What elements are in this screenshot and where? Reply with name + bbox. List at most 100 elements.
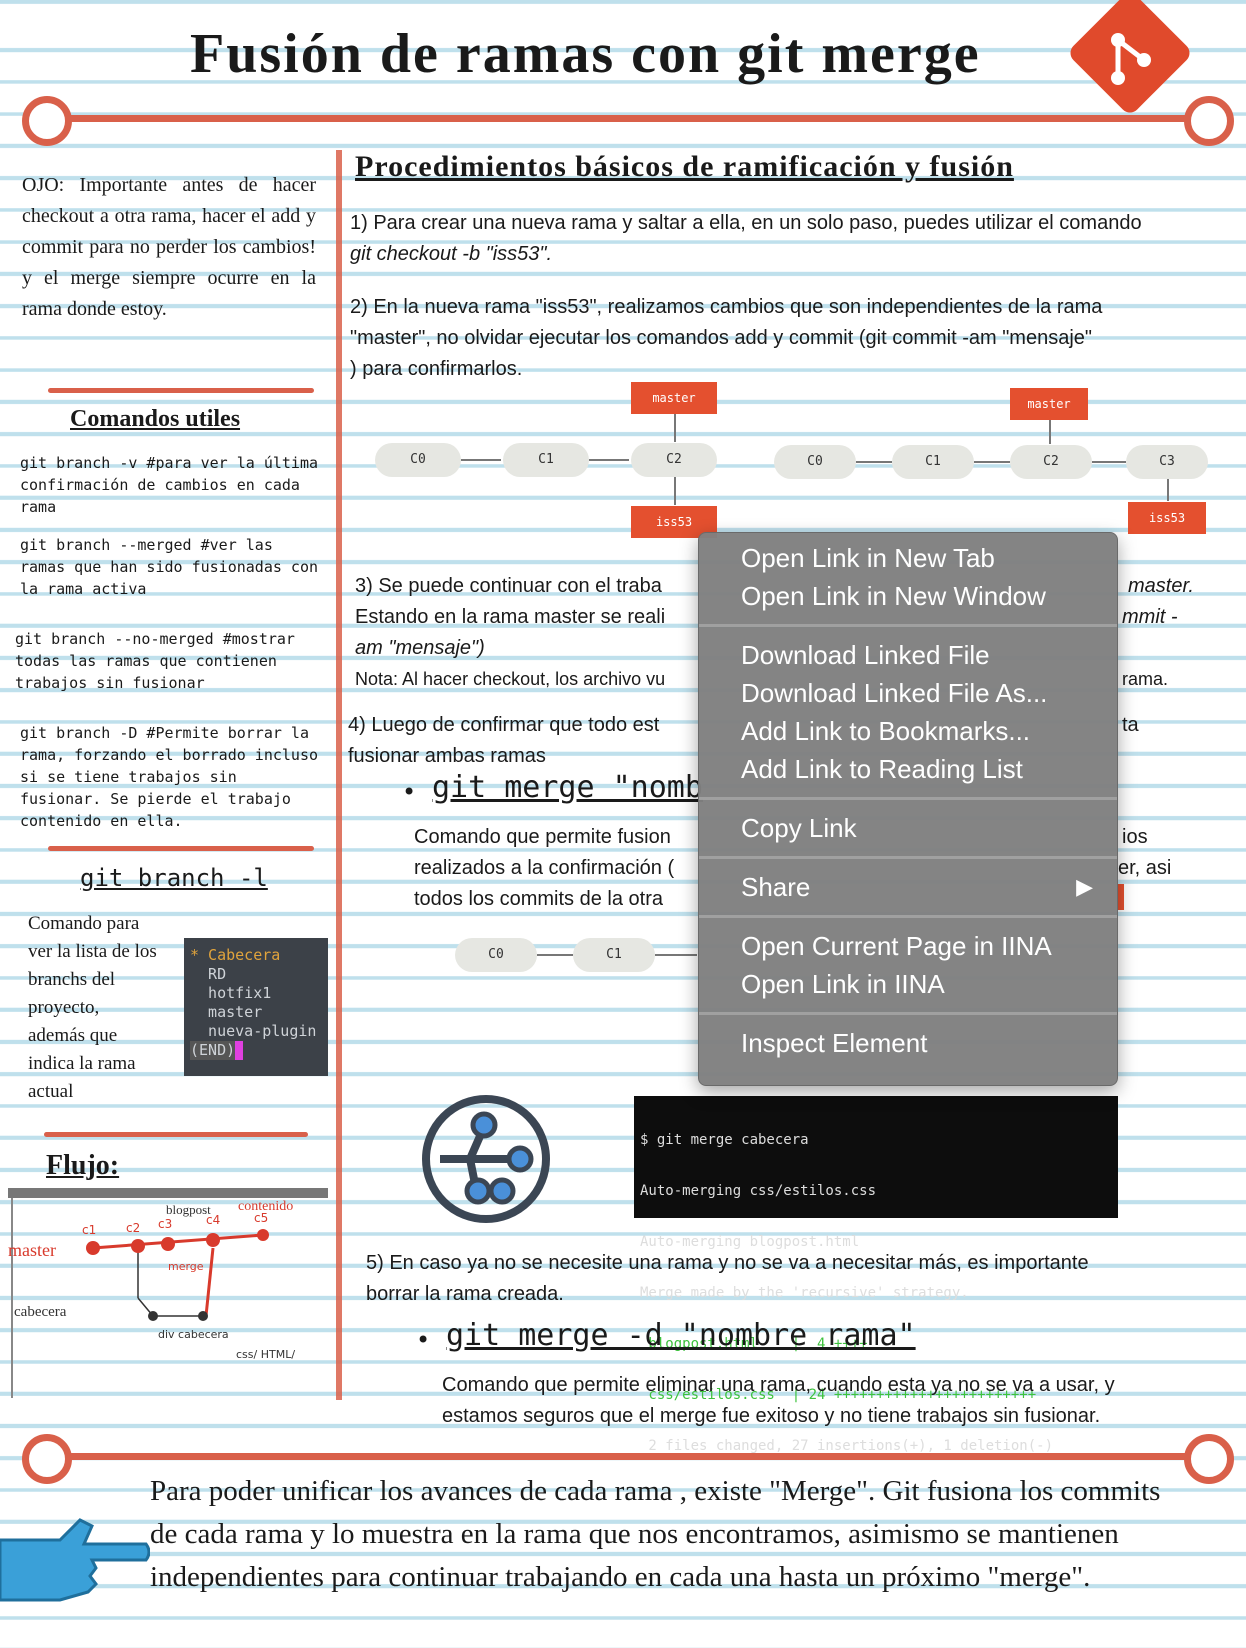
pager-end: (END) [190,1041,244,1060]
diagram3-arrow [655,954,697,956]
diagram2-node: C0 [774,445,856,479]
branch-entry: nueva-plugin [190,1022,317,1040]
flow-commit-dot [161,1237,175,1251]
infographic-page: Fusión de ramas con git merge OJO: Impor… [0,0,1246,1648]
p3-line-c: am "mensaje") [355,637,485,659]
menu-add-link-to-bookmarks[interactable]: Add Link to Bookmarks... [699,712,1117,750]
diagram2-node: C3 [1126,445,1208,479]
p5-line-d: estamos seguros que el merge fue exitoso… [442,1405,1101,1427]
bullet-dot: • [402,778,417,806]
branch-l-desc-line: proyecto, [28,997,100,1018]
flow-label-cabecera: cabecera [14,1304,67,1320]
menu-separator [699,856,1117,859]
branch-list-terminal: * Cabecera RD hotfix1 master nueva-plugi… [184,938,328,1076]
p5-line-b: borrar la rama creada. [366,1283,564,1305]
flow-commit-dot [206,1233,220,1247]
diagram3-node: C1 [573,938,655,972]
menu-inspect-element[interactable]: Inspect Element [699,1024,1117,1062]
menu-open-current-page-iina[interactable]: Open Current Page in IINA [699,927,1117,965]
p1-line-b: git checkout -b "iss53". [350,243,553,265]
branch-l-desc-line: ver la lista de los [28,941,157,962]
menu-separator [699,624,1117,627]
flow-label-master: master [8,1240,56,1260]
checkout-note: OJO: Importante antes de hacer checkout … [22,174,316,320]
branch-entry: master [190,1003,263,1021]
diagram1-node: C0 [375,443,461,477]
menu-copy-link[interactable]: Copy Link [699,809,1117,847]
diagram3-node: C0 [455,938,537,972]
menu-open-link-iina[interactable]: Open Link in IINA [699,965,1117,1003]
diagram2-node: C1 [892,445,974,479]
context-menu: Open Link in New Tab Open Link in New Wi… [698,532,1118,1086]
merge-terminal-output: $ git merge cabecera Auto-merging css/es… [634,1096,1118,1454]
diagram1-arrow [461,459,501,461]
bullet-dot: • [416,1326,431,1354]
flow-commit-dot [148,1311,158,1321]
pointing-hand-icon [0,1518,150,1602]
diagram1-arrow [589,459,629,461]
menu-separator [699,1012,1117,1015]
flow-sketch-bar [8,1188,328,1198]
p2-line-c: ) para confirmarlos. [350,358,523,380]
menu-download-linked-file-as[interactable]: Download Linked File As... [699,674,1117,712]
git-merge-circle-icon [422,1095,550,1223]
menu-add-link-to-reading-list[interactable]: Add Link to Reading List [699,750,1117,788]
flow-label-div-cabecera: div cabecera [158,1328,229,1341]
section-title: Procedimientos básicos de ramificación y… [355,150,1014,183]
p3-line-a: 3) Se puede continuar con el traba [355,575,662,597]
menu-open-link-new-window[interactable]: Open Link in New Window [699,577,1117,615]
cmd-merge-heading: git merge "nomb [432,770,703,805]
menu-share[interactable]: Share ▶ [699,868,1117,906]
branch-l-desc-line: actual [28,1081,74,1102]
diagram1-node: C1 [503,443,589,477]
summary-text: Para poder unificar los avances de cada … [150,1475,1161,1593]
p4-line-b: fusionar ambas ramas [348,745,546,767]
flow-label-contenido: contenido [238,1199,293,1214]
p5-line-c: Comando que permite eliminar una rama, c… [442,1374,1115,1396]
divider-ring-right [1184,96,1234,146]
terminal-line: $ git merge cabecera [640,1132,809,1148]
flow-label-merge: merge [168,1260,204,1273]
p2-line-a: 2) En la nueva rama "iss53", realizamos … [350,296,1103,318]
flow-sketch: master cabecera c1 c2 c3 c4 c5 blogpost … [8,1188,328,1398]
p3-line-a-right: master. [1128,575,1194,597]
bottom-divider [60,1453,1190,1460]
diagram2-iss53-tag: iss53 [1128,502,1206,534]
diagram2-arrow [1049,420,1051,444]
p4-line-a-right: ta [1122,714,1139,736]
flow-commit-dot [86,1241,100,1255]
branch-l-description: Comando para ver la lista de los branchs… [28,910,188,1106]
p4-line-c: Comando que permite fusion [414,826,671,848]
diagram3-arrow [537,954,573,956]
branch-entry: hotfix1 [190,984,272,1002]
diagram1-arrow [674,477,676,505]
branch-current: * Cabecera [190,946,281,964]
divider-ring-left [22,96,72,146]
cmd-branch-v: git branch -v #para ver la última confir… [20,454,319,516]
branch-l-title: git branch -l [80,864,268,892]
note-underline [48,388,314,393]
p3-line-d: Nota: Al hacer checkout, los archivo vu [355,669,666,689]
cmd-delete-heading: git merge -d "nombre rama" [446,1318,916,1353]
branch-l-desc-line: además que [28,1025,118,1046]
menu-separator [699,797,1117,800]
menu-download-linked-file[interactable]: Download Linked File [699,636,1117,674]
diagram1-master-tag: master [631,382,717,414]
diagram2-arrow [856,461,892,463]
menu-separator [699,915,1117,918]
branch-l-desc-line: indica la rama [28,1053,136,1074]
diagram2-arrow [1092,461,1126,463]
cmds-underline [48,846,314,851]
diagram1-arrow [674,414,676,442]
flow-label-css: css/ HTML/ [236,1348,295,1361]
git-logo-symbol-icon [1111,33,1151,85]
flow-commit-dot [131,1239,145,1253]
p4-line-d-right: er, asi [1118,857,1172,879]
branch-l-underline [44,1132,308,1137]
divider-ring-right [1184,1434,1234,1484]
terminal-line: Auto-merging css/estilos.css [640,1183,877,1199]
p4-line-c-right: ios [1122,826,1148,848]
flow-label-blogpost: blogpost [166,1202,211,1217]
flujo-title: Flujo: [46,1150,120,1181]
menu-open-link-new-tab[interactable]: Open Link in New Tab [699,539,1117,577]
